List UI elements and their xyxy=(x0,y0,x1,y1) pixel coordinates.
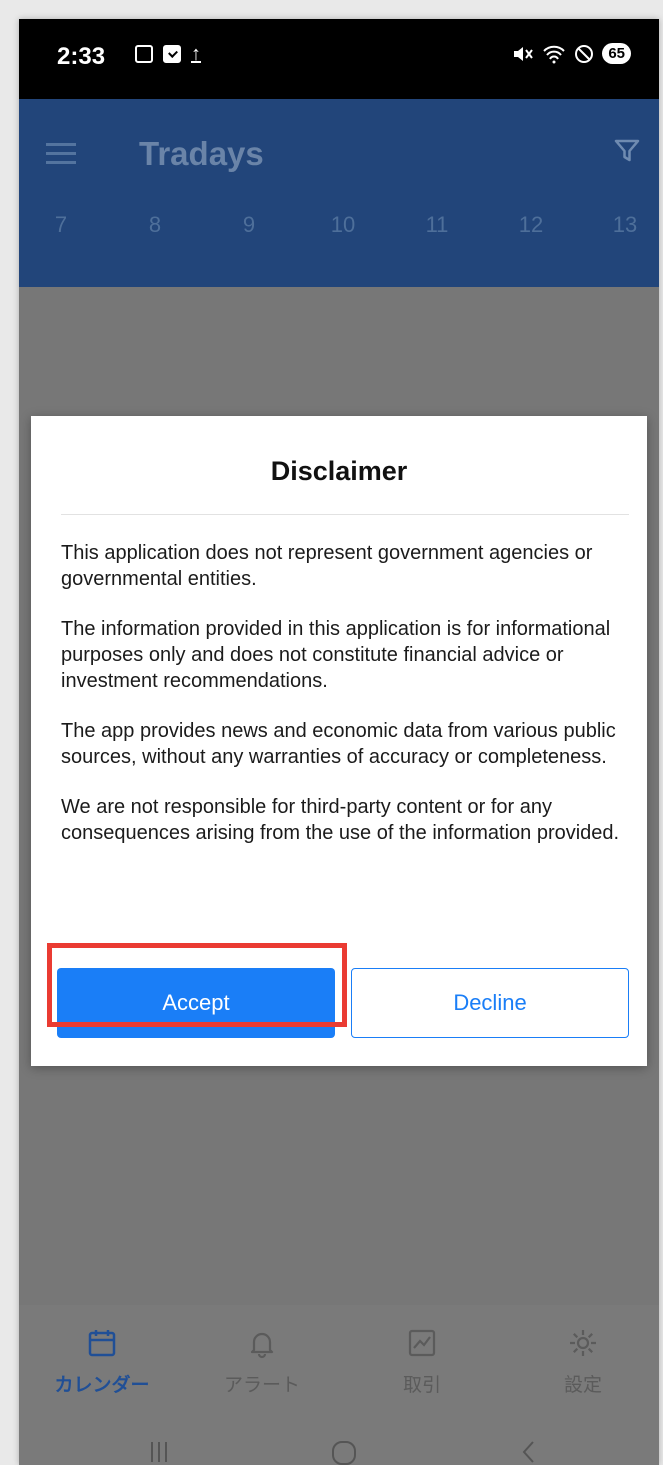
nav-label-alerts: アラート xyxy=(223,1375,300,1396)
dialog-title: Disclaimer xyxy=(270,456,408,486)
bottom-navigation: カレンダー アラート 取引 設定 xyxy=(19,1305,659,1425)
menu-icon[interactable] xyxy=(46,143,76,164)
disclaimer-paragraph-2: The information provided in this applica… xyxy=(61,618,611,692)
nav-item-trade[interactable]: 取引 xyxy=(362,1327,482,1397)
bell-icon xyxy=(250,1332,274,1359)
do-not-disturb-icon xyxy=(575,44,594,63)
nav-item-settings[interactable]: 設定 xyxy=(523,1327,643,1397)
nav-label-trade: 取引 xyxy=(402,1375,441,1396)
system-navigation-bar xyxy=(19,1425,659,1465)
status-bar: 2:33 ↑ 65 xyxy=(19,19,659,99)
app-title: Tradays xyxy=(139,135,264,172)
notification-icons: ↑ xyxy=(135,43,201,65)
system-icons: 65 xyxy=(512,43,631,64)
week-days-strip: 7 8 9 10 11 12 13 xyxy=(19,212,659,242)
decline-button[interactable]: Decline xyxy=(351,968,629,1038)
checkbox-notification-icon xyxy=(163,45,181,63)
gear-icon xyxy=(570,1330,596,1356)
disclaimer-paragraph-3: The app provides news and economic data … xyxy=(61,720,616,768)
day-10[interactable]: 10 xyxy=(331,212,355,238)
nav-item-calendar[interactable]: カレンダー xyxy=(42,1327,162,1397)
wifi-icon xyxy=(543,45,566,63)
day-13[interactable]: 13 xyxy=(613,212,637,238)
screenshot-icon xyxy=(135,45,153,63)
phone-screen: 2:33 ↑ 65 Tradays 7 8 9 10 11 12 13 カレンダ… xyxy=(19,19,659,1465)
dialog-body: This application does not represent gove… xyxy=(61,540,621,870)
day-11[interactable]: 11 xyxy=(426,212,449,238)
battery-indicator: 65 xyxy=(602,43,631,64)
calendar-icon xyxy=(88,1330,116,1357)
app-bar: Tradays 7 8 9 10 11 12 13 xyxy=(19,99,659,287)
nav-label-settings: 設定 xyxy=(563,1375,602,1396)
day-12[interactable]: 12 xyxy=(519,212,543,238)
nav-item-alerts[interactable]: アラート xyxy=(202,1327,322,1397)
disclaimer-paragraph-1: This application does not represent gove… xyxy=(61,542,593,590)
nav-label-calendar: カレンダー xyxy=(54,1375,150,1396)
dialog-divider xyxy=(61,514,629,515)
back-icon[interactable] xyxy=(519,1439,539,1465)
status-time: 2:33 xyxy=(57,43,106,70)
upload-icon: ↑ xyxy=(191,43,201,65)
accept-button[interactable]: Accept xyxy=(57,968,335,1038)
disclaimer-paragraph-4: We are not responsible for third-party c… xyxy=(61,796,620,844)
filter-icon[interactable] xyxy=(613,137,641,165)
day-8[interactable]: 8 xyxy=(149,212,161,238)
home-icon[interactable] xyxy=(330,1439,358,1465)
mute-icon xyxy=(514,46,534,61)
day-9[interactable]: 9 xyxy=(243,212,255,238)
recent-apps-icon[interactable] xyxy=(146,1439,172,1465)
day-7[interactable]: 7 xyxy=(55,212,67,238)
chart-icon xyxy=(408,1329,436,1357)
disclaimer-dialog: Disclaimer This application does not rep… xyxy=(31,416,647,1066)
